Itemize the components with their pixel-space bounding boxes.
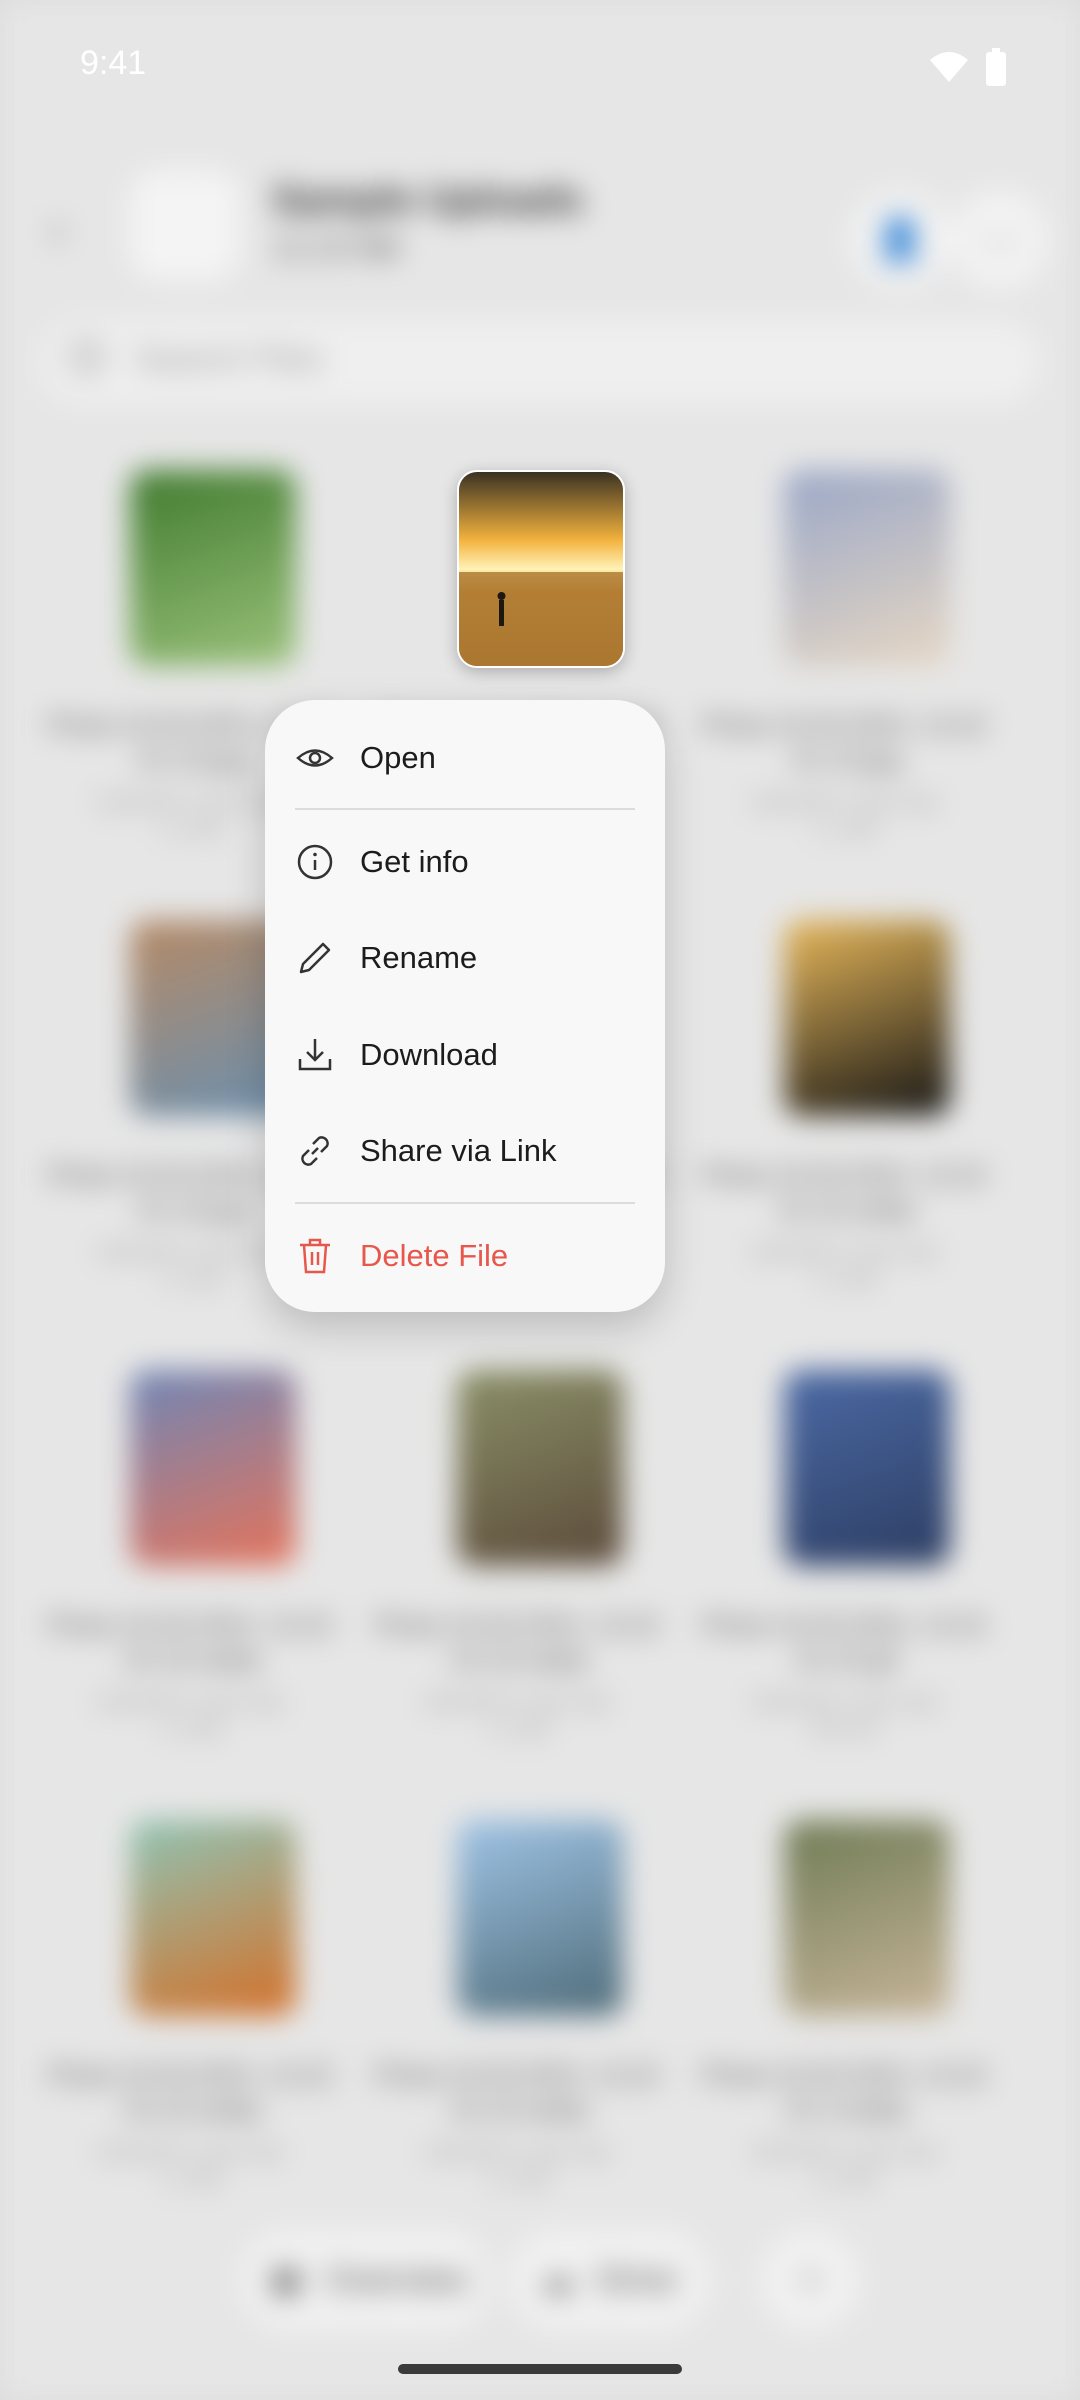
file-upload-date: Uploaded 2 days ago [749, 2141, 939, 2163]
file-card[interactable]: Photo 24.03.2024, 13.22 .01.22.webp Uploa… [40, 1820, 340, 2250]
file-name: Photo 24.03.2024, 13.22 .01.3.webp [701, 2060, 987, 2124]
file-upload-date: Uploaded 2 days ago [749, 1691, 939, 1713]
eye-icon [296, 749, 334, 767]
file-upload-date: Uploaded 2 days ago [95, 2141, 285, 2163]
file-thumbnail[interactable] [784, 470, 950, 666]
file-meta: Uploaded 2 days ago 1.5 MB [694, 2138, 994, 2194]
file-name: Photo 24.03.2024, 13.22 .01.22.webp [47, 1610, 333, 1674]
file-card[interactable]: Photo 24.03.2024, 13.22 .01.22.webp Uploa… [367, 1370, 667, 1800]
download-icon [298, 1039, 332, 1071]
file-meta: Uploaded 2 days ago 1.4 MB [40, 1688, 340, 1744]
wifi-icon [930, 52, 968, 82]
file-thumbnail[interactable] [457, 1820, 623, 2016]
file-meta: Uploaded 2 days ago 1.3 MB [694, 1238, 994, 1294]
file-upload-date: Uploaded 2 days ago [749, 1241, 939, 1263]
status-time: 9:41 [80, 44, 147, 82]
menu-label-rename: Rename [360, 940, 478, 975]
bottom-nav: ▣ Overview ☁ Drive + [240, 2230, 860, 2330]
search-icon [70, 340, 104, 374]
menu-label-open: Open [360, 740, 436, 775]
battery-icon [986, 48, 1006, 86]
menu-divider [295, 1202, 635, 1204]
menu-label-download: Download [360, 1037, 498, 1072]
menu-item-download[interactable]: Download [265, 1007, 665, 1103]
file-meta: Uploaded 2 days ago 1.2 MB [367, 1688, 667, 1744]
menu-item-share-via-link[interactable]: Share via Link [265, 1103, 665, 1199]
file-thumbnail[interactable] [784, 1370, 950, 1566]
file-size: 1.2 MB [485, 1719, 549, 1741]
file-card[interactable]: Photo 24.03.2024, 13.22 .01.22.webp Uploa… [694, 920, 994, 1350]
file-card[interactable]: Photo 24.03.2024, 13.22 .01.3.webp Upload… [694, 1820, 994, 2250]
info-icon [297, 844, 333, 880]
tab-overview[interactable]: ▣ Overview [240, 2230, 490, 2330]
add-user-button[interactable]: 👤 [850, 190, 950, 290]
selected-file-thumbnail[interactable] [457, 470, 625, 668]
file-meta: Uploaded 2 days ago 950 KB [694, 1688, 994, 1744]
file-name: Photo 24.03.2024, 13.22 .01.22.webp [701, 1160, 987, 1224]
more-button[interactable]: ··· [950, 190, 1050, 290]
file-meta: Uploaded 2 days ago 1.3 MB [40, 2138, 340, 2194]
file-meta: Uploaded 2 days ago 1.1 MB [694, 788, 994, 844]
file-name: Photo 24.03.2024, 13.22 .01.22.webp [47, 2060, 333, 2124]
back-icon[interactable]: ‹ [50, 208, 90, 252]
file-size: 1.3 MB [812, 1269, 876, 1291]
search-placeholder: Search Files [135, 340, 324, 378]
file-name: Photo 24.03.2024, 13.22 .01.23.gif [701, 1610, 987, 1674]
menu-divider [295, 808, 635, 810]
file-card[interactable]: Photo 24.03.2024, 13.22 .01.22.webp Uploa… [40, 1370, 340, 1800]
folder-size: 12.23 MB [272, 232, 401, 265]
menu-label-get-info: Get info [360, 844, 469, 879]
file-card[interactable]: Photo 24.03.2024, 13.22 .01.15.jpg Upload… [694, 470, 994, 900]
link-icon [301, 1136, 329, 1166]
file-upload-date: Uploaded 2 days ago [749, 791, 939, 813]
trash-icon [300, 1238, 330, 1274]
add-button[interactable]: + [760, 2230, 860, 2330]
file-size: 950 KB [811, 1719, 877, 1741]
folder-thumbnail [130, 170, 240, 280]
overview-icon: ▣ [270, 2261, 303, 2299]
file-meta: Uploaded 2 days ago 1.2 MB [367, 2138, 667, 2194]
file-thumbnail[interactable] [130, 1820, 296, 2016]
file-size: 1.1 MB [812, 819, 876, 841]
file-size: 1.3 MB [158, 2169, 222, 2191]
file-upload-date: Uploaded 2 days ago [422, 2141, 612, 2163]
photo-sunset-field [459, 472, 623, 666]
file-upload-date: Uploaded 2 days ago [422, 1691, 612, 1713]
tab-drive[interactable]: ☁ Drive [510, 2230, 710, 2330]
menu-item-get-info[interactable]: Get info [265, 814, 665, 910]
cloud-icon: ☁ [540, 2261, 574, 2299]
context-menu: Open Get info Rename Download Share via … [265, 700, 665, 1312]
pencil-icon [299, 942, 331, 974]
tab-overview-label: Overview [325, 2261, 468, 2299]
file-thumbnail[interactable] [457, 1370, 623, 1566]
folder-name: Sample Uploads [272, 178, 584, 222]
file-upload-date: Uploaded 2 days ago [95, 1691, 285, 1713]
menu-label-share-via-link: Share via Link [360, 1133, 557, 1168]
file-name: Photo 24.03.2024, 13.22 .01.22.webp [374, 2060, 660, 2124]
menu-item-open[interactable]: Open [265, 710, 665, 806]
file-size: 1.2 MB [485, 2169, 549, 2191]
file-card[interactable]: Photo 24.03.2024, 13.22 .01.22.webp Uploa… [367, 1820, 667, 2250]
file-size: 1.5 MB [812, 2169, 876, 2191]
file-size: 1.4 MB [158, 1719, 222, 1741]
file-thumbnail[interactable] [784, 1820, 950, 2016]
menu-label-delete-file: Delete File [360, 1238, 509, 1273]
file-thumbnail[interactable] [784, 920, 950, 1116]
file-name: Photo 24.03.2024, 13.22 .01.22.webp [374, 1610, 660, 1674]
file-card[interactable]: Photo 24.03.2024, 13.22 .01.23.gif Upload… [694, 1370, 994, 1800]
home-indicator[interactable] [398, 2364, 682, 2374]
tab-drive-label: Drive [597, 2261, 677, 2299]
menu-item-delete-file[interactable]: Delete File [265, 1208, 665, 1304]
status-bar: 9:41 [0, 0, 1080, 140]
menu-item-rename[interactable]: Rename [265, 910, 665, 1006]
file-name: Photo 24.03.2024, 13.22 .01.15.jpg [701, 710, 987, 774]
file-thumbnail[interactable] [130, 470, 296, 666]
search-bar[interactable]: Search Files [40, 320, 1040, 404]
header: ‹ Sample Uploads 12.23 MB 👤 ··· [0, 140, 1080, 300]
file-thumbnail[interactable] [130, 1370, 296, 1566]
